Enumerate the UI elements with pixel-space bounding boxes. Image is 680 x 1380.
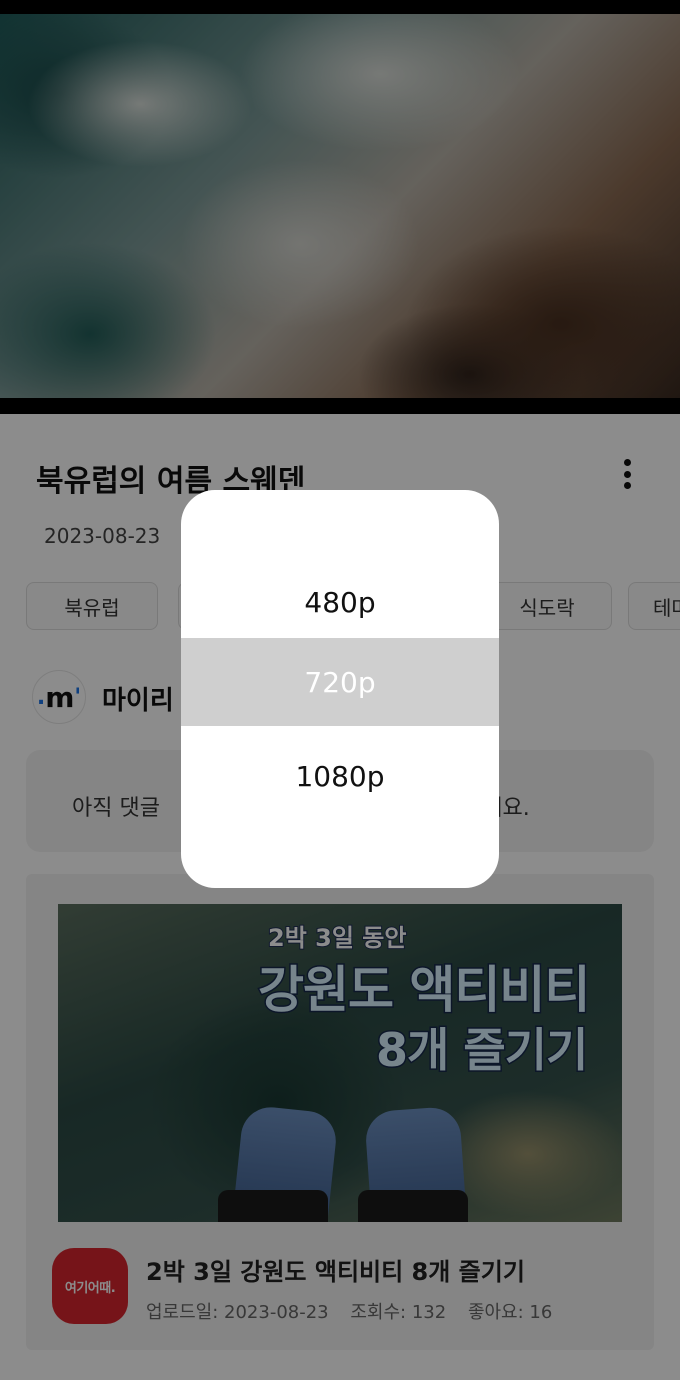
quality-option-720p[interactable]: 720p (181, 638, 499, 726)
quality-dialog: 480p 720p 1080p (181, 490, 499, 888)
quality-option-1080p[interactable]: 1080p (181, 732, 499, 820)
quality-option-480p[interactable]: 480p (181, 558, 499, 646)
